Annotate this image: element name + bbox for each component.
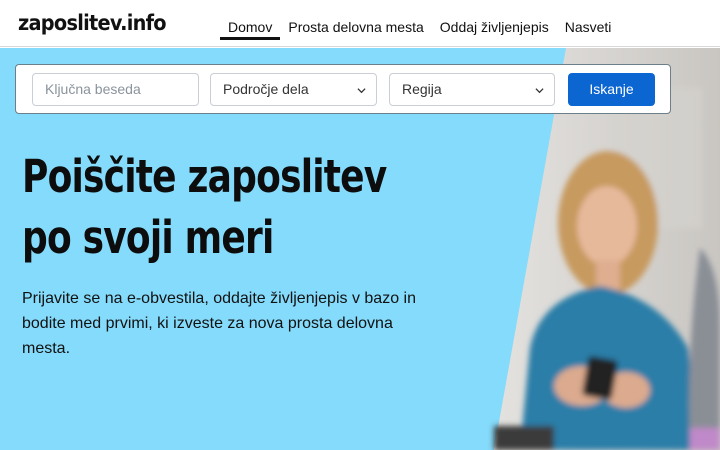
chevron-down-icon — [357, 88, 366, 94]
keyword-input[interactable]: Ključna beseda — [32, 73, 199, 106]
main-nav: Domov Prosta delovna mesta Oddaj življen… — [220, 0, 619, 47]
hero-headline-line-2: po svoji meri — [22, 211, 274, 264]
search-button[interactable]: Iskanje — [568, 73, 655, 106]
nav-item-oddaj-zivljenjepis[interactable]: Oddaj življenjepis — [432, 0, 557, 47]
region-select-value: Regija — [402, 81, 442, 97]
search-form: Ključna beseda Področje dela Regija Iska… — [15, 64, 671, 114]
nav-item-prosta-delovna-mesta[interactable]: Prosta delovna mesta — [280, 0, 431, 47]
nav-item-domov[interactable]: Domov — [220, 0, 281, 47]
hero-headline: Poiščite zaposlitev po svoji meri — [22, 146, 390, 268]
region-select[interactable]: Regija — [389, 73, 555, 106]
area-select-value: Področje dela — [223, 81, 309, 97]
hero-section: Ključna beseda Področje dela Regija Iska… — [0, 48, 720, 450]
hero-headline-line-1: Poiščite zaposlitev — [22, 150, 387, 203]
hero-subtext: Prijavite se na e-obvestila, oddajte živ… — [22, 290, 416, 357]
nav-item-nasveti[interactable]: Nasveti — [557, 0, 620, 47]
chevron-down-icon — [535, 88, 544, 94]
area-select[interactable]: Področje dela — [210, 73, 377, 106]
site-logo[interactable]: zaposlitev.info — [18, 11, 167, 35]
site-header: zaposlitev.info Domov Prosta delovna mes… — [0, 0, 720, 47]
